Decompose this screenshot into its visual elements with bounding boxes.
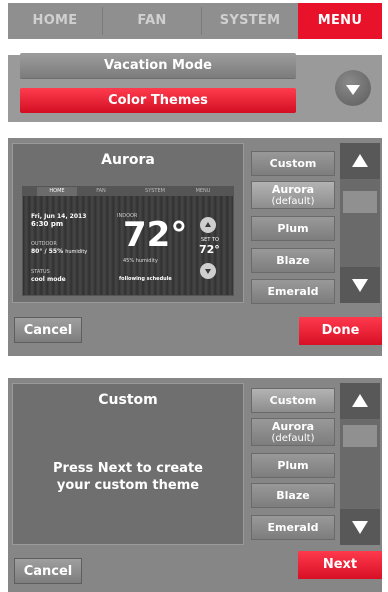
theme-option-blaze[interactable]: Blaze [251,483,335,508]
chevron-down-icon [346,85,360,95]
preview-tab-menu: MENU [195,188,211,194]
menu-item-color-themes[interactable]: Color Themes [20,88,296,113]
menu-list-panel: Vacation Mode Color Themes [8,53,382,122]
preview-tab-system: SYSTEM [145,188,165,194]
preview-indoor-humidity: 45% humidity [123,258,158,264]
top-nav-bar: HOME FAN SYSTEM MENU [8,3,382,39]
theme-option-emerald[interactable]: Emerald [251,279,335,304]
theme-select-panel-custom: Custom Press Next to create your custom … [8,378,382,592]
theme-option-emerald[interactable]: Emerald [251,515,335,540]
scroll-down-button[interactable] [340,509,380,545]
preview-up-icon [200,217,216,233]
preview-outdoor-suffix: humidity [65,249,88,255]
custom-theme-message: Press Next to create your custom theme [12,460,244,494]
theme-list-scrollbar[interactable] [340,383,380,545]
scroll-thumb[interactable] [343,425,377,447]
theme-list-scrollbar[interactable] [340,143,380,303]
nav-tab-system[interactable]: SYSTEM [202,3,298,39]
cancel-button[interactable]: Cancel [14,317,82,343]
triangle-down-icon [352,521,368,534]
preview-status-label: STATUS [31,269,50,275]
preview-outdoor-value: 80° / 55% [31,248,64,255]
theme-title: Custom [98,392,158,408]
preview-set-to-value: 72° [199,243,220,256]
scroll-down-button[interactable] [340,267,380,303]
preview-down-icon [200,263,216,279]
nav-tab-menu[interactable]: MENU [298,3,382,39]
theme-option-plum[interactable]: Plum [251,453,335,478]
preview-outdoor-label: OUTDOOR [31,241,57,247]
preview-tab-bar: HOME FAN SYSTEM MENU [23,187,233,196]
scroll-up-button[interactable] [340,383,380,419]
theme-option-sub: (default) [271,196,315,207]
triangle-down-icon [352,279,368,292]
menu-item-vacation-mode[interactable]: Vacation Mode [20,53,296,78]
message-line-2: your custom theme [56,478,200,493]
preview-status-value: cool mode [31,276,66,283]
theme-select-panel-aurora: Aurora HOME FAN SYSTEM MENU Fri, Jun 14,… [8,138,382,356]
cancel-button[interactable]: Cancel [14,558,82,584]
triangle-up-icon [352,154,368,167]
theme-option-custom[interactable]: Custom [251,151,335,176]
done-button[interactable]: Done [299,317,382,345]
theme-option-sub: (default) [271,433,315,444]
nav-tab-home[interactable]: HOME [8,3,102,39]
nav-tab-fan[interactable]: FAN [103,3,201,39]
next-button[interactable]: Next [298,551,382,579]
preview-outdoor-reading: 80° / 55% humidity [31,248,87,255]
preview-time: 6:30 pm [31,220,64,228]
theme-title: Aurora [101,152,155,168]
preview-schedule: following schedule [119,276,172,282]
preview-indoor-temp: 72° [123,215,188,255]
theme-option-aurora[interactable]: Aurora (default) [251,418,335,446]
theme-option-plum[interactable]: Plum [251,216,335,241]
preview-tab-home: HOME [37,187,77,196]
scroll-down-button[interactable] [335,70,371,106]
scroll-up-button[interactable] [340,143,380,179]
theme-option-label: Aurora [271,183,315,196]
theme-option-blaze[interactable]: Blaze [251,248,335,273]
preview-tab-fan: FAN [96,188,106,194]
triangle-up-icon [352,394,368,407]
theme-option-custom[interactable]: Custom [251,388,335,413]
theme-option-label: Aurora [271,420,315,433]
scroll-thumb[interactable] [343,191,377,213]
theme-preview-thermostat: HOME FAN SYSTEM MENU Fri, Jun 14, 2013 6… [22,186,234,296]
message-line-1: Press Next to create [53,461,203,476]
preview-date: Fri, Jun 14, 2013 [31,213,87,220]
theme-option-aurora[interactable]: Aurora (default) [251,181,335,209]
